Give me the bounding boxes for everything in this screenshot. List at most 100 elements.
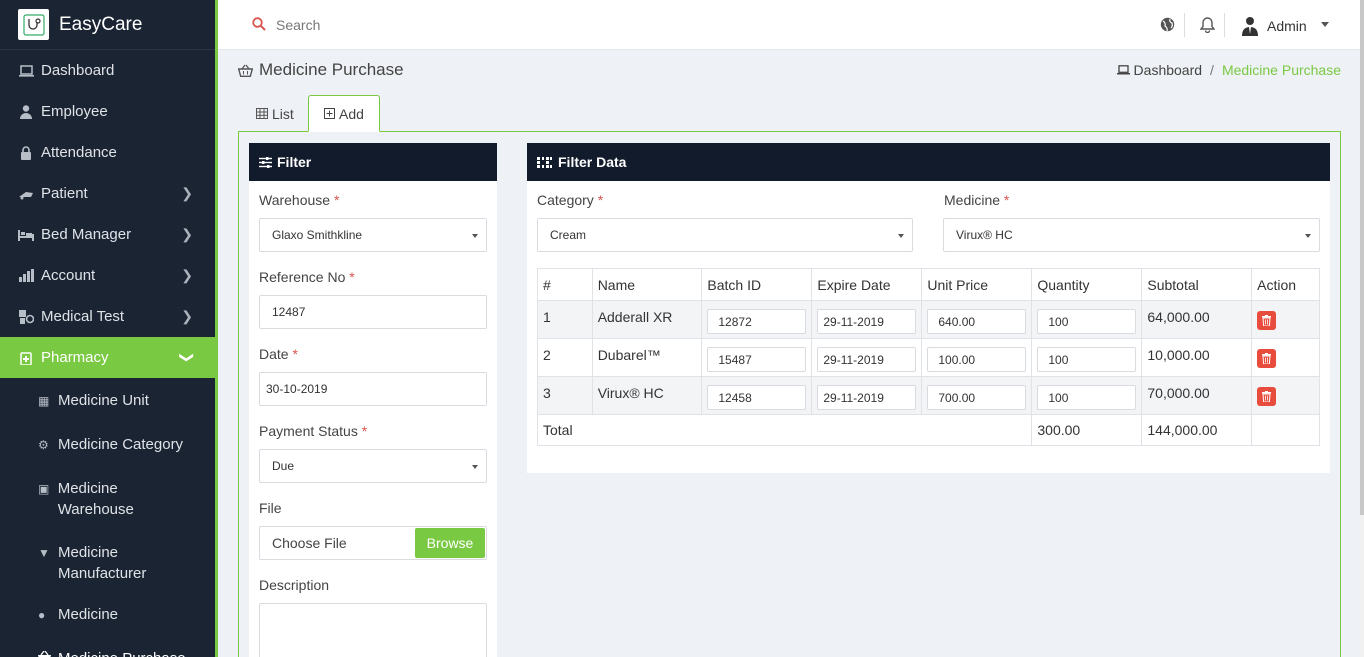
date-input[interactable]: 30-10-2019 — [259, 372, 487, 406]
sidebar: EasyCare Dashboard Employee Attendance P… — [0, 0, 215, 657]
tab-list[interactable]: List — [244, 95, 306, 132]
payment-status-label: Payment Status * — [259, 423, 367, 439]
lock-icon — [18, 145, 34, 161]
required-mark: * — [349, 269, 355, 285]
chevron-right-icon: ❯ — [181, 185, 193, 201]
sidebar-subitem-medicine-warehouse[interactable]: ▣ Medicine Warehouse — [0, 466, 215, 530]
chevron-down-icon: ❯ — [179, 351, 196, 364]
payment-status-label-text: Payment Status — [259, 423, 358, 439]
required-mark: * — [333, 192, 340, 208]
globe-icon[interactable] — [1160, 17, 1175, 35]
trash-icon — [1262, 315, 1272, 326]
page-scrollbar[interactable] — [1360, 0, 1364, 657]
required-mark: * — [1003, 192, 1010, 208]
basket-icon — [238, 64, 253, 77]
sidebar-item-patient[interactable]: Patient ❯ — [0, 173, 215, 214]
total-quantity: 300.00 — [1031, 414, 1143, 446]
sidebar-item-attendance[interactable]: Attendance — [0, 132, 215, 173]
file-input[interactable]: Choose File Browse — [259, 526, 487, 560]
pharmacy-icon — [18, 350, 34, 366]
sidebar-subitem-medicine-unit[interactable]: ▦ Medicine Unit — [0, 378, 215, 422]
quantity-input[interactable]: 100 — [1037, 347, 1137, 372]
sidebar-item-label: Pharmacy — [41, 349, 109, 366]
scrollbar-thumb[interactable] — [1360, 0, 1364, 515]
breadcrumb: Dashboard / Medicine Purchase — [1116, 62, 1341, 78]
sidebar-subitem-label: Medicine Category — [58, 436, 184, 453]
select-arrow-icon — [1305, 234, 1311, 238]
divider — [1224, 13, 1225, 37]
laptop-icon — [1116, 65, 1130, 75]
sidebar-item-label: Patient — [41, 185, 88, 202]
caret-down-icon[interactable] — [1321, 22, 1329, 27]
warehouse-select[interactable]: Glaxo Smithkline — [259, 218, 487, 252]
warehouse-label-text: Warehouse — [259, 192, 331, 208]
filter-card-title: Filter — [277, 154, 312, 170]
medicine-name: Virux® HC — [591, 376, 703, 415]
batch-id-input[interactable]: 12458 — [707, 385, 807, 410]
sidebar-item-medical-test[interactable]: Medical Test ❯ — [0, 296, 215, 337]
delete-row-button[interactable] — [1257, 349, 1277, 368]
expire-date-input[interactable]: 29-11-2019 — [817, 385, 917, 410]
sidebar-subitem-medicine-manufacturer[interactable]: ▼ Medicine Manufacturer — [0, 530, 215, 592]
warehouse-icon: ▣ — [38, 482, 50, 496]
delete-row-button[interactable] — [1257, 387, 1277, 406]
required-mark: * — [361, 423, 368, 439]
user-avatar-icon[interactable] — [1242, 16, 1258, 36]
sidebar-item-account[interactable]: Account ❯ — [0, 255, 215, 296]
sidebar-item-bed-manager[interactable]: Bed Manager ❯ — [0, 214, 215, 255]
quantity-input[interactable]: 100 — [1037, 385, 1137, 410]
browse-button[interactable]: Browse — [415, 528, 485, 558]
delete-row-button[interactable] — [1257, 311, 1277, 330]
date-label-text: Date — [259, 346, 289, 362]
warehouse-label: Warehouse * — [259, 192, 339, 208]
mortar-icon: ▼ — [38, 546, 50, 560]
sidebar-item-employee[interactable]: Employee — [0, 91, 215, 132]
batch-id-input[interactable]: 12872 — [707, 309, 807, 334]
bell-icon[interactable] — [1199, 17, 1216, 36]
payment-status-select[interactable]: Due — [259, 449, 487, 483]
sidebar-subitem-label: Medicine Purchase — [58, 648, 186, 657]
sidebar-item-dashboard[interactable]: Dashboard — [0, 50, 215, 91]
unit-price-input[interactable]: 640.00 — [927, 309, 1027, 334]
total-label: Total — [536, 414, 1033, 446]
select-arrow-icon — [898, 234, 904, 238]
category-select[interactable]: Cream — [537, 218, 913, 252]
unit-price-input[interactable]: 100.00 — [927, 347, 1027, 372]
chevron-right-icon: ❯ — [181, 226, 193, 242]
medicine-label: Medicine * — [944, 192, 1009, 208]
table-row: 1 Adderall XR 12872 29-11-2019 640.00 10… — [537, 300, 1320, 339]
sidebar-subitem-medicine[interactable]: ● Medicine — [0, 592, 215, 636]
sidebar-active-edge — [215, 0, 218, 657]
expire-date-input[interactable]: 29-11-2019 — [817, 309, 917, 334]
column-header: Expire Date — [811, 268, 923, 301]
tab-add[interactable]: Add — [308, 95, 380, 132]
sidebar-item-label: Employee — [41, 103, 108, 120]
grid-dots-icon — [537, 156, 552, 168]
brand[interactable]: EasyCare — [0, 0, 215, 50]
search-input[interactable] — [276, 15, 576, 35]
batch-id-input[interactable]: 15487 — [707, 347, 807, 372]
expire-date-input[interactable]: 29-11-2019 — [817, 347, 917, 372]
table-row: 2 Dubarel™ 15487 29-11-2019 100.00 100 1… — [537, 338, 1320, 377]
medicine-select[interactable]: Virux® HC — [943, 218, 1320, 252]
breadcrumb-separator: / — [1210, 62, 1214, 78]
column-header: Subtotal — [1141, 268, 1253, 301]
reference-input[interactable]: 12487 — [259, 295, 487, 329]
table-total-row: Total 300.00 144,000.00 — [536, 414, 1320, 446]
user-icon — [18, 104, 34, 120]
reference-label: Reference No * — [259, 269, 355, 285]
select-arrow-icon — [472, 465, 478, 469]
description-textarea[interactable] — [259, 603, 487, 657]
quantity-input[interactable]: 100 — [1037, 309, 1137, 334]
table-header-row: # Name Batch ID Expire Date Unit Price Q… — [537, 268, 1320, 301]
filter-data-card-header: Filter Data — [527, 143, 1330, 181]
sidebar-subitem-medicine-category[interactable]: ⚙ Medicine Category — [0, 422, 215, 466]
search-icon[interactable] — [252, 17, 266, 34]
unit-price-input[interactable]: 700.00 — [927, 385, 1027, 410]
sidebar-item-pharmacy[interactable]: Pharmacy ❯ — [0, 337, 215, 378]
sidebar-subitem-medicine-purchase[interactable]: Medicine Purchase — [0, 636, 215, 657]
category-select-value: Cream — [550, 228, 587, 242]
date-input-value: 30-10-2019 — [266, 382, 328, 396]
user-name[interactable]: Admin — [1267, 18, 1307, 34]
breadcrumb-home[interactable]: Dashboard — [1134, 62, 1203, 78]
